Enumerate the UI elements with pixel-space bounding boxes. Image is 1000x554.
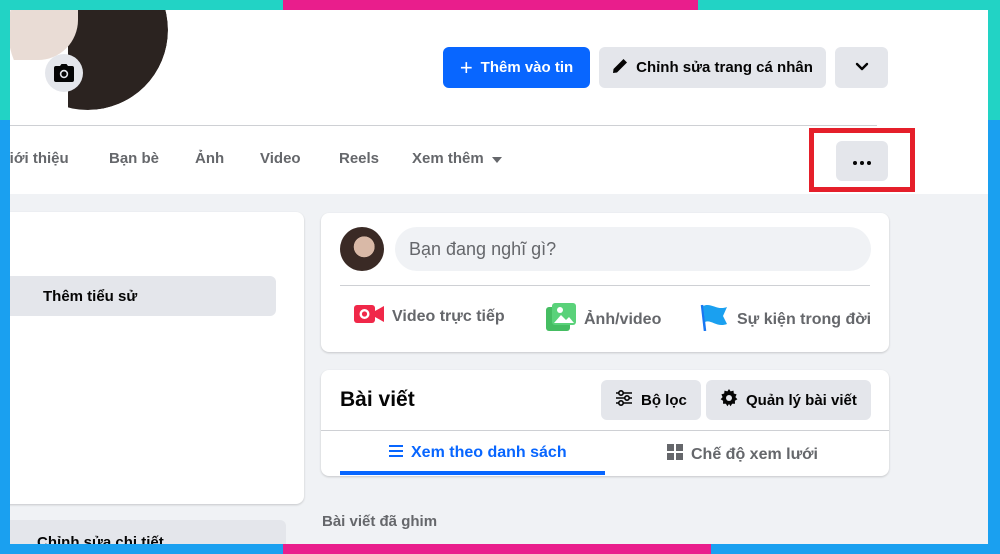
- tab-reels[interactable]: Reels: [339, 150, 379, 167]
- frame-right: [988, 0, 1000, 120]
- post-composer: Bạn đang nghĩ gì? Video trực tiếp Ảnh/vi…: [321, 213, 889, 352]
- active-tab-indicator: [340, 471, 605, 475]
- pencil-icon: [612, 58, 628, 78]
- pinned-posts-label: Bài viết đã ghim: [322, 513, 438, 530]
- sliders-icon: [615, 389, 633, 410]
- tab-more[interactable]: Xem thêm: [412, 150, 502, 167]
- intro-card: Thêm tiểu sử: [10, 212, 304, 504]
- avatar[interactable]: [340, 227, 384, 271]
- highlight-box: [809, 128, 915, 192]
- grid-icon: [667, 444, 683, 465]
- header-divider: [10, 125, 877, 126]
- gear-icon: [720, 389, 738, 411]
- profile-options-dropdown[interactable]: [835, 47, 888, 88]
- frame-left: [0, 0, 10, 120]
- photo-icon: [546, 303, 576, 336]
- tab-list-view[interactable]: Xem theo danh sách: [389, 444, 567, 462]
- photo-video-button[interactable]: Ảnh/video: [546, 303, 661, 336]
- chevron-down-icon: [855, 59, 869, 76]
- posts-card: Bài viết Bộ lọc Quản lý bài viết Xem the…: [321, 370, 889, 476]
- edit-details-label: Chỉnh sửa chi tiết: [37, 534, 164, 544]
- live-video-icon: [354, 303, 384, 330]
- flag-icon: [699, 303, 729, 336]
- camera-icon[interactable]: [45, 54, 83, 92]
- composer-input[interactable]: Bạn đang nghĩ gì?: [395, 227, 871, 271]
- live-video-button[interactable]: Video trực tiếp: [354, 303, 505, 330]
- life-event-button[interactable]: Sự kiện trong đời: [699, 303, 871, 336]
- add-story-button[interactable]: + Thêm vào tin: [443, 47, 590, 88]
- frame-bottom-accent: [283, 544, 711, 554]
- posts-divider: [321, 430, 889, 431]
- edit-profile-button[interactable]: Chỉnh sửa trang cá nhân: [599, 47, 826, 88]
- manage-posts-button[interactable]: Quản lý bài viết: [706, 380, 871, 420]
- plus-icon: +: [459, 54, 473, 80]
- list-icon: [389, 444, 403, 462]
- tab-photos[interactable]: Ảnh: [195, 150, 224, 167]
- tab-videos[interactable]: Video: [260, 150, 301, 167]
- profile-page: + Thêm vào tin Chỉnh sửa trang cá nhân G…: [10, 10, 988, 544]
- caret-down-icon: [491, 150, 502, 167]
- tab-friends[interactable]: Bạn bè: [109, 150, 159, 167]
- tab-grid-view[interactable]: Chế độ xem lưới: [667, 444, 818, 465]
- composer-divider: [340, 285, 870, 286]
- tab-about[interactable]: Giới thiệu: [10, 150, 69, 167]
- posts-title: Bài viết: [340, 388, 415, 411]
- add-bio-button[interactable]: Thêm tiểu sử: [10, 276, 276, 316]
- frame-top-accent: [283, 0, 698, 10]
- profile-header: + Thêm vào tin Chỉnh sửa trang cá nhân G…: [10, 10, 988, 194]
- filter-button[interactable]: Bộ lọc: [601, 380, 701, 420]
- profile-avatar[interactable]: [10, 10, 168, 110]
